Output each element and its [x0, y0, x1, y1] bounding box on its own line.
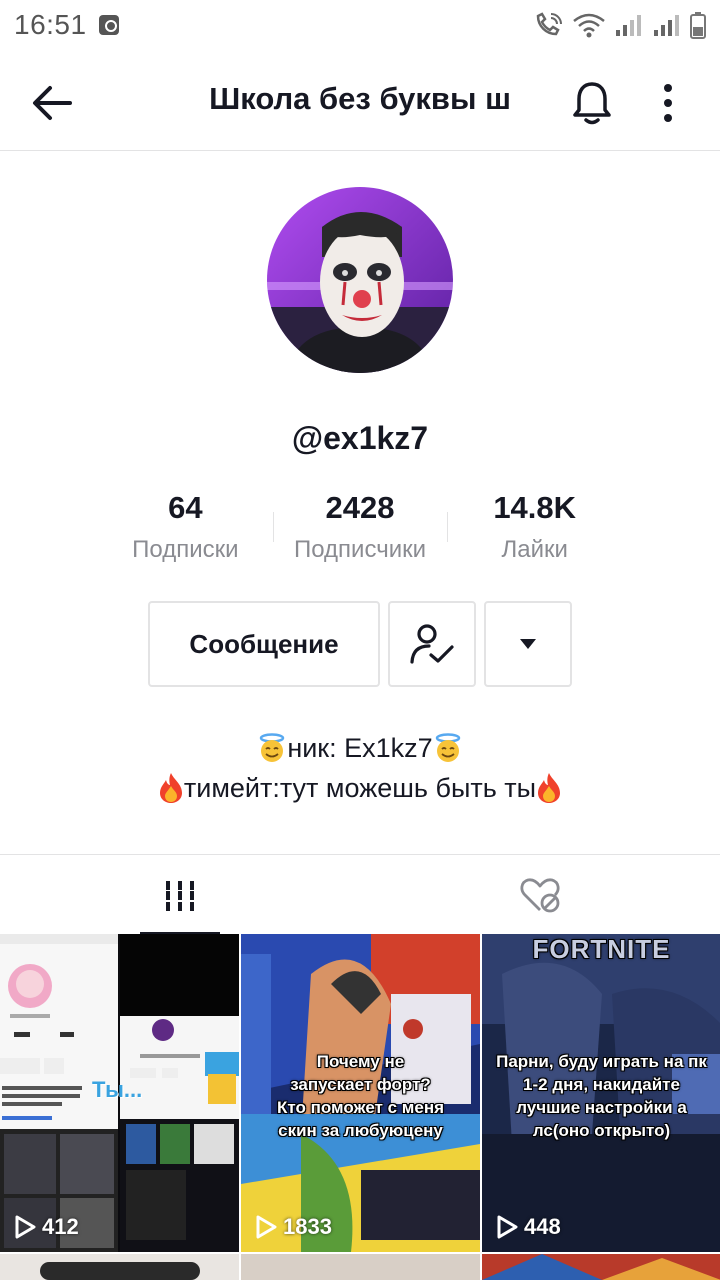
- avatar-image: [267, 187, 453, 373]
- bio-line-2: тимейт:тут можешь быть ты: [0, 768, 720, 808]
- video-view-count: 412: [14, 1214, 79, 1240]
- video-views: 412: [42, 1214, 79, 1239]
- play-icon: [15, 1215, 36, 1239]
- wifi-icon: [573, 13, 605, 38]
- stat-following[interactable]: 64 Подписки: [98, 490, 273, 570]
- status-bar: 16:51: [0, 0, 720, 50]
- more-vertical-icon: [664, 84, 672, 122]
- heart-hidden-icon: [520, 878, 560, 913]
- status-icons: [534, 11, 706, 39]
- profile-stats: 64 Подписки 2428 Подписчики 14.8K Лайки: [98, 490, 622, 570]
- stat-followers-label: Подписчики: [293, 536, 427, 563]
- video-thumbnail: [0, 1254, 239, 1280]
- bell-icon: [573, 82, 611, 125]
- following-status-button[interactable]: [388, 601, 476, 687]
- fire-icon: [159, 773, 182, 803]
- video-view-count: 448: [496, 1214, 561, 1240]
- smiling-face-with-halo-icon: [435, 733, 460, 762]
- video-thumbnail: [241, 1254, 480, 1280]
- stat-likes-label: Лайки: [501, 536, 568, 563]
- profile-tabs: [0, 854, 720, 935]
- video-tile-partial[interactable]: [482, 1254, 720, 1280]
- video-grid: Ты... 412 Почему не запускает форт? Кто …: [0, 934, 720, 1280]
- video-tile[interactable]: Ты... 412: [0, 934, 239, 1252]
- tab-liked-hidden[interactable]: [360, 855, 720, 935]
- video-caption: Почему не запускает форт? Кто поможет с …: [276, 1052, 445, 1140]
- video-overlay-text: Ты...: [92, 1077, 143, 1102]
- smiling-face-with-halo-icon: [260, 733, 285, 762]
- tab-videos[interactable]: [0, 855, 360, 935]
- stat-following-label: Подписки: [132, 536, 239, 563]
- signal-icon-2: [654, 15, 679, 36]
- more-options-button[interactable]: [650, 77, 686, 129]
- top-nav-bar: Школа без буквы ш: [0, 55, 720, 151]
- message-button[interactable]: Сообщение: [148, 601, 380, 687]
- play-icon: [256, 1215, 277, 1239]
- video-tile-partial[interactable]: [0, 1254, 239, 1280]
- stat-followers[interactable]: 2428 Подписчики: [272, 490, 448, 570]
- stat-likes[interactable]: 14.8K Лайки: [447, 490, 622, 570]
- suggested-accounts-dropdown[interactable]: [484, 601, 572, 687]
- video-tile[interactable]: Почему не запускает форт? Кто поможет с …: [241, 934, 480, 1252]
- profile-username: @ex1kz7: [291, 420, 429, 456]
- video-banner-text: FORTNITE: [532, 934, 671, 964]
- video-view-count: 1833: [255, 1214, 332, 1240]
- video-tile[interactable]: FORTNITE Парни, буду играть на пк 1-2 дн…: [482, 934, 720, 1252]
- video-tile-partial[interactable]: [241, 1254, 480, 1280]
- play-icon: [497, 1215, 518, 1239]
- fire-icon: [538, 773, 561, 803]
- bio-nickname-text: ник: Ex1kz7: [287, 733, 433, 763]
- video-thumbnail: [482, 1254, 720, 1280]
- grid-icon: [166, 881, 194, 911]
- video-views: 448: [524, 1214, 561, 1239]
- bio-line-1: ник: Ex1kz7: [0, 728, 720, 768]
- battery-icon: [690, 12, 706, 39]
- status-time: 16:51: [14, 9, 87, 40]
- stat-likes-value: 14.8K: [493, 490, 577, 525]
- notifications-button[interactable]: [568, 77, 616, 129]
- bio-teammate-text: тимейт:тут можешь быть ты: [183, 773, 537, 803]
- video-views: 1833: [283, 1214, 332, 1239]
- user-check-icon: [410, 624, 454, 664]
- profile-bio: ник: Ex1kz7 тимейт:тут можешь быть ты: [0, 728, 720, 808]
- avatar[interactable]: [267, 187, 453, 373]
- signal-icon: [616, 15, 641, 36]
- video-caption: Парни, буду играть на пк 1-2 дня, накида…: [496, 1052, 707, 1140]
- stat-followers-value: 2428: [325, 490, 395, 525]
- caret-down-icon: [520, 639, 536, 649]
- notification-app-icon: [98, 15, 119, 35]
- wifi-call-icon: [536, 12, 562, 36]
- stat-following-value: 64: [168, 490, 203, 525]
